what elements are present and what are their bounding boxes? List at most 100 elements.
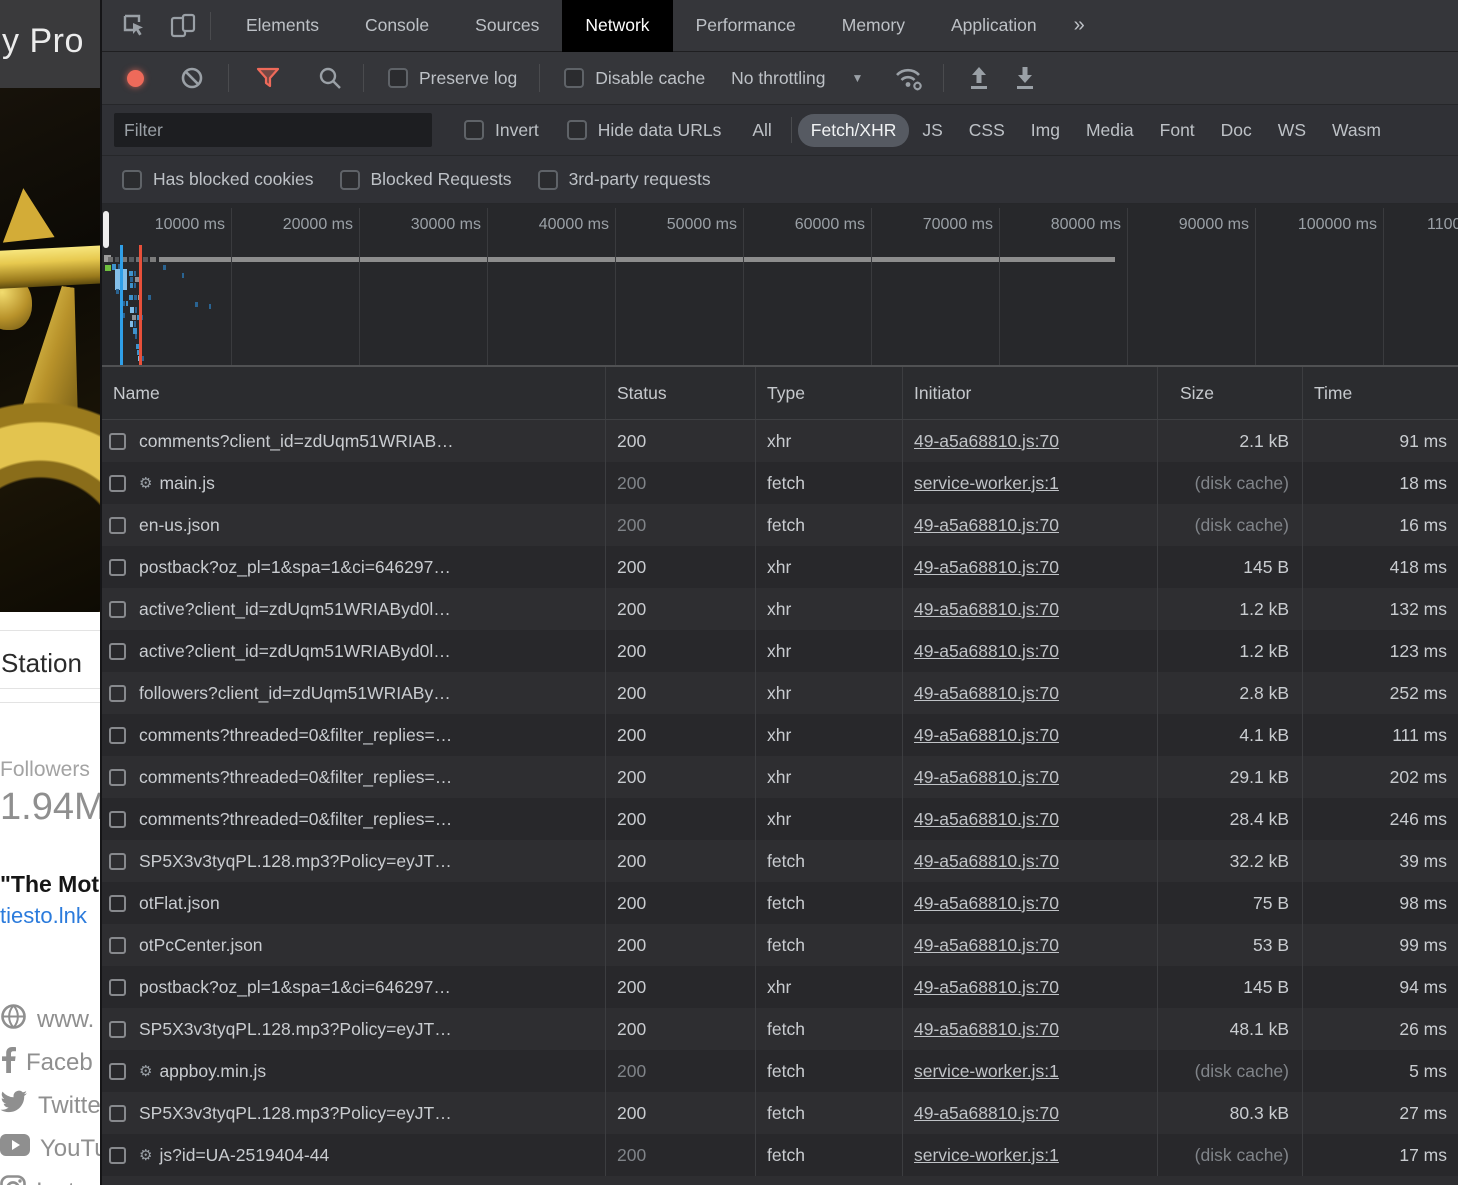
tab-elements[interactable]: Elements (223, 0, 342, 52)
request-checkbox[interactable] (109, 1063, 126, 1080)
name-cell[interactable]: comments?client_id=zdUqm51WRIAB… (102, 420, 605, 462)
name-cell[interactable]: SP5X3v3tyqPL.128.mp3?Policy=eyJT… (102, 1092, 605, 1134)
request-checkbox[interactable] (109, 1105, 126, 1122)
clear-icon[interactable] (180, 66, 204, 90)
initiator-link[interactable]: 49-a5a68810.js:70 (914, 893, 1059, 914)
filter-type-ws[interactable]: WS (1265, 114, 1319, 147)
filter-type-wasm[interactable]: Wasm (1319, 114, 1394, 147)
name-cell[interactable]: SP5X3v3tyqPL.128.mp3?Policy=eyJT… (102, 1008, 605, 1050)
checkbox[interactable] (340, 170, 360, 190)
table-row[interactable]: otFlat.json200fetch49-a5a68810.js:7075 B… (102, 882, 1458, 924)
initiator-link[interactable]: 49-a5a68810.js:70 (914, 977, 1059, 998)
initiator-link[interactable]: 49-a5a68810.js:70 (914, 1103, 1059, 1124)
initiator-link[interactable]: 49-a5a68810.js:70 (914, 809, 1059, 830)
tab-sources[interactable]: Sources (452, 0, 562, 52)
request-checkbox[interactable] (109, 979, 126, 996)
search-icon[interactable] (317, 65, 343, 91)
request-checkbox[interactable] (109, 1147, 126, 1164)
table-row[interactable]: en-us.json200fetch49-a5a68810.js:70(disk… (102, 504, 1458, 546)
request-checkbox[interactable] (109, 769, 126, 786)
initiator-link[interactable]: 49-a5a68810.js:70 (914, 641, 1059, 662)
request-checkbox[interactable] (109, 895, 126, 912)
name-cell[interactable]: followers?client_id=zdUqm51WRIABy… (102, 672, 605, 714)
tab-application[interactable]: Application (928, 0, 1060, 52)
initiator-link[interactable]: service-worker.js:1 (914, 1061, 1059, 1082)
export-har-icon[interactable] (1012, 64, 1038, 92)
filter-type-js[interactable]: JS (909, 114, 955, 147)
initiator-link[interactable]: service-worker.js:1 (914, 473, 1059, 494)
request-checkbox[interactable] (109, 517, 126, 534)
checkbox[interactable] (567, 120, 587, 140)
initiator-link[interactable]: 49-a5a68810.js:70 (914, 557, 1059, 578)
initiator-link[interactable]: 49-a5a68810.js:70 (914, 431, 1059, 452)
initiator-link[interactable]: 49-a5a68810.js:70 (914, 767, 1059, 788)
social-link-globe[interactable]: www. (0, 998, 100, 1041)
social-link-instagram[interactable]: Insta (0, 1170, 100, 1185)
tab-network[interactable]: Network (562, 0, 672, 52)
request-checkbox[interactable] (109, 559, 126, 576)
social-link-youtube[interactable]: YouTu (0, 1127, 100, 1170)
checkbox[interactable] (388, 68, 408, 88)
request-checkbox[interactable] (109, 853, 126, 870)
column-header-time[interactable]: Time (1302, 367, 1458, 419)
name-cell[interactable]: ⚙main.js (102, 462, 605, 504)
name-cell[interactable]: en-us.json (102, 504, 605, 546)
column-header-name[interactable]: Name (102, 367, 605, 419)
tab-memory[interactable]: Memory (819, 0, 928, 52)
checkbox[interactable] (122, 170, 142, 190)
table-row[interactable]: SP5X3v3tyqPL.128.mp3?Policy=eyJT…200fetc… (102, 1008, 1458, 1050)
name-cell[interactable]: postback?oz_pl=1&spa=1&ci=646297… (102, 546, 605, 588)
filter-type-font[interactable]: Font (1147, 114, 1208, 147)
hide-data-urls-checkbox[interactable]: Hide data URLs (567, 120, 722, 141)
table-row[interactable]: SP5X3v3tyqPL.128.mp3?Policy=eyJT…200fetc… (102, 1092, 1458, 1134)
table-row[interactable]: ⚙main.js200fetchservice-worker.js:1(disk… (102, 462, 1458, 504)
name-cell[interactable]: ⚙js?id=UA-2519404-44 (102, 1134, 605, 1176)
table-row[interactable]: followers?client_id=zdUqm51WRIABy…200xhr… (102, 672, 1458, 714)
filter-type-media[interactable]: Media (1073, 114, 1147, 147)
network-filter-input[interactable] (114, 113, 432, 147)
table-row[interactable]: ⚙appboy.min.js200fetchservice-worker.js:… (102, 1050, 1458, 1092)
device-toolbar-icon[interactable] (168, 11, 198, 41)
name-cell[interactable]: otFlat.json (102, 882, 605, 924)
filter-type-doc[interactable]: Doc (1208, 114, 1265, 147)
checkbox[interactable] (464, 120, 484, 140)
table-row[interactable]: SP5X3v3tyqPL.128.mp3?Policy=eyJT…200fetc… (102, 840, 1458, 882)
table-row[interactable]: active?client_id=zdUqm51WRIAByd0l…200xhr… (102, 588, 1458, 630)
filter-type-img[interactable]: Img (1018, 114, 1073, 147)
invert-checkbox[interactable]: Invert (464, 120, 539, 141)
column-header-initiator[interactable]: Initiator (902, 367, 1157, 419)
filter-type-all[interactable]: All (739, 114, 784, 147)
initiator-link[interactable]: service-worker.js:1 (914, 1145, 1059, 1166)
name-cell[interactable]: otPcCenter.json (102, 924, 605, 966)
name-cell[interactable]: active?client_id=zdUqm51WRIAByd0l… (102, 630, 605, 672)
request-checkbox[interactable] (109, 937, 126, 954)
social-link-facebook[interactable]: Faceb (0, 1041, 100, 1084)
import-har-icon[interactable] (966, 64, 992, 92)
filter-type-css[interactable]: CSS (956, 114, 1018, 147)
tab-console[interactable]: Console (342, 0, 452, 52)
request-checkbox[interactable] (109, 433, 126, 450)
checkbox[interactable] (564, 68, 584, 88)
request-checkbox[interactable] (109, 811, 126, 828)
column-header-size[interactable]: Size (1157, 367, 1302, 419)
blocked-requests-checkbox[interactable]: Blocked Requests (340, 169, 512, 190)
name-cell[interactable]: comments?threaded=0&filter_replies=… (102, 756, 605, 798)
request-checkbox[interactable] (109, 601, 126, 618)
name-cell[interactable]: comments?threaded=0&filter_replies=… (102, 798, 605, 840)
table-row[interactable]: comments?threaded=0&filter_replies=…200x… (102, 798, 1458, 840)
request-checkbox[interactable] (109, 643, 126, 660)
initiator-link[interactable]: 49-a5a68810.js:70 (914, 515, 1059, 536)
inspect-element-icon[interactable] (120, 11, 150, 41)
request-checkbox[interactable] (109, 475, 126, 492)
table-row[interactable]: comments?threaded=0&filter_replies=…200x… (102, 714, 1458, 756)
name-cell[interactable]: SP5X3v3tyqPL.128.mp3?Policy=eyJT… (102, 840, 605, 882)
initiator-link[interactable]: 49-a5a68810.js:70 (914, 683, 1059, 704)
table-row[interactable]: otPcCenter.json200fetch49-a5a68810.js:70… (102, 924, 1458, 966)
table-row[interactable]: comments?client_id=zdUqm51WRIAB…200xhr49… (102, 420, 1458, 462)
name-cell[interactable]: comments?threaded=0&filter_replies=… (102, 714, 605, 756)
initiator-link[interactable]: 49-a5a68810.js:70 (914, 1019, 1059, 1040)
page-link[interactable]: tiesto.lnk (0, 903, 87, 929)
column-header-status[interactable]: Status (605, 367, 755, 419)
request-checkbox[interactable] (109, 1021, 126, 1038)
network-overview[interactable]: 10000 ms20000 ms30000 ms40000 ms50000 ms… (102, 204, 1458, 367)
